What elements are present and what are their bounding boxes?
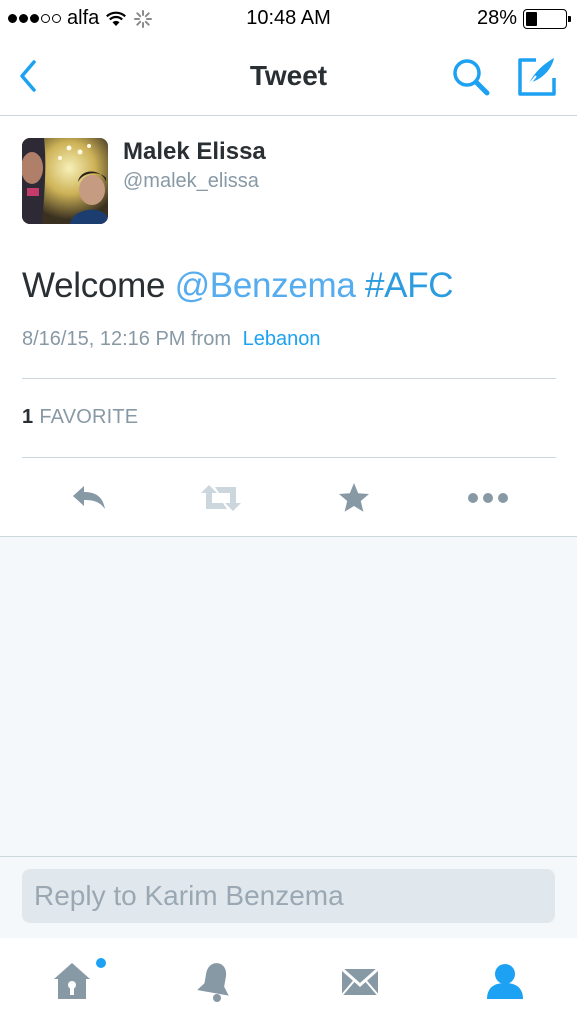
hashtag-link[interactable]: #AFC [365,266,454,305]
tweet-actions [0,476,577,520]
favorite-label: FAVORITE [39,406,139,428]
bell-icon [197,963,229,1002]
reply-button[interactable] [67,476,111,520]
author-handle[interactable]: @malek_elissa [123,170,259,193]
battery-percent: 28% [476,7,517,29]
home-notification-dot [96,958,106,968]
divider [22,378,556,379]
favorite-count: 1 [22,406,34,428]
tab-me[interactable] [480,956,530,1006]
avatar[interactable] [22,138,108,224]
tweet-text: Welcome @Benzema #AFC [22,266,454,306]
envelope-icon [341,967,379,996]
reply-icon [73,486,105,509]
tweet-timestamp: 8/16/15, 12:16 PM from [22,328,232,350]
battery-level [526,11,537,26]
tab-home[interactable] [47,956,97,1006]
author-name[interactable]: Malek Elissa [123,138,266,166]
tab-messages[interactable] [335,956,385,1006]
nav-bar: Tweet [0,38,577,116]
mention-link[interactable]: @Benzema [175,266,356,305]
compose-button[interactable] [514,54,560,100]
favorites-stat[interactable]: 1 FAVORITE [22,406,138,429]
compose-icon [518,58,556,96]
divider [22,457,556,458]
reply-input[interactable]: Reply to Karim Benzema [22,869,555,923]
star-icon [339,483,369,512]
more-dots-icon [468,493,508,503]
tweet-text-plain: Welcome [22,266,166,305]
search-button[interactable] [450,56,492,98]
tweet-detail: Malek Elissa @malek_elissa Welcome @Benz… [0,116,577,537]
location-link[interactable]: Lebanon [243,328,321,350]
reply-bar: Reply to Karim Benzema [0,856,577,938]
tab-bar [0,938,577,1024]
status-bar: alfa 10:48 AM 28% [0,0,577,38]
retweet-button[interactable] [199,476,243,520]
more-button[interactable] [466,476,510,520]
battery-icon [523,8,571,29]
tab-notifications[interactable] [190,956,240,1006]
status-right: 28% [476,7,571,30]
user-icon [487,964,523,999]
home-icon [54,963,90,999]
favorite-button[interactable] [332,476,376,520]
avatar-photo [22,138,108,224]
search-icon [453,59,490,96]
retweet-icon [201,485,241,511]
tweet-meta: 8/16/15, 12:16 PM from Lebanon [22,328,320,351]
